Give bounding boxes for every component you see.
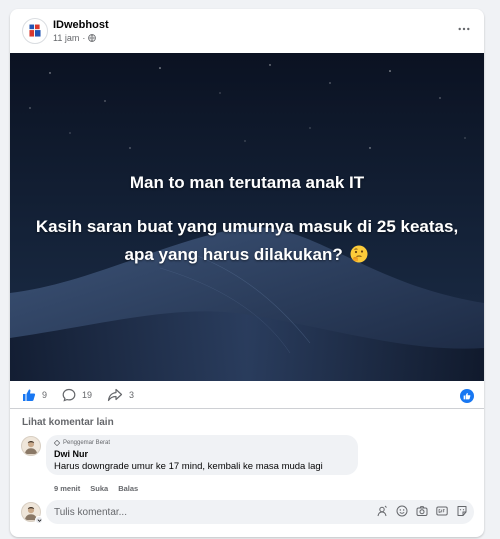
post-meta: 11 jam · — [53, 33, 97, 43]
camera-icon[interactable] — [416, 505, 428, 517]
emoji-icon[interactable] — [396, 505, 408, 517]
comment-bubble: Penggemar Berat Dwi Nur Harus downgrade … — [46, 435, 358, 475]
share-icon — [107, 388, 123, 402]
comment-count[interactable]: 19 — [62, 387, 92, 403]
share-count-value: 3 — [129, 390, 135, 400]
comment-time[interactable]: 9 menit — [54, 484, 80, 493]
sticker-icon[interactable] — [456, 505, 468, 517]
comment-input[interactable] — [54, 500, 364, 524]
share-count[interactable]: 3 — [107, 387, 134, 403]
meta-separator: · — [82, 33, 86, 43]
post-body-text: Kasih saran buat yang umurnya masuk di 2… — [10, 213, 484, 269]
reactions-bar: 9 19 3 — [10, 381, 484, 409]
view-more-comments-link[interactable]: Lihat komentar lain — [22, 417, 114, 428]
comment-icon — [62, 388, 76, 402]
avatar-switch-caret[interactable] — [35, 516, 43, 524]
post-header: IDwebhost 11 jam · — [10, 9, 484, 53]
more-icon — [458, 27, 470, 31]
avatar-sticker-icon[interactable] — [376, 505, 388, 517]
post-image[interactable]: Man to man terutama anak IT Kasih saran … — [10, 53, 484, 381]
composer-toolbar — [376, 505, 468, 517]
comment-count-value: 19 — [82, 390, 93, 400]
like-reaction-badge[interactable] — [460, 389, 474, 403]
thumbs-up-icon — [463, 392, 471, 400]
thinking-face-icon — [349, 244, 369, 264]
diamond-icon — [54, 440, 60, 446]
fan-badge: Penggemar Berat — [54, 439, 350, 447]
post-timestamp[interactable]: 11 jam — [53, 33, 79, 43]
post-card: IDwebhost 11 jam · Man to man terutama a… — [10, 9, 484, 537]
comment-like-button[interactable]: Suka — [90, 484, 108, 493]
comment-reply-button[interactable]: Balas — [118, 484, 138, 493]
thumbs-up-icon — [23, 389, 36, 401]
post-headline: Man to man terutama anak IT — [129, 173, 365, 192]
like-count-value: 9 — [42, 390, 48, 400]
comment-composer — [46, 500, 474, 524]
like-count[interactable]: 9 — [22, 387, 47, 403]
post-body: Kasih saran buat yang umurnya masuk di 2… — [35, 217, 459, 264]
comment-text: Harus downgrade umur ke 17 mind, kembali… — [54, 461, 323, 472]
comment-actions: 9 menit Suka Balas — [54, 484, 138, 493]
page-name[interactable]: IDwebhost — [53, 19, 109, 31]
globe-icon — [88, 34, 97, 42]
gif-icon[interactable] — [436, 505, 448, 517]
commenter-name[interactable]: Dwi Nur — [54, 449, 350, 459]
commenter-avatar[interactable] — [21, 436, 41, 456]
more-options-button[interactable] — [452, 19, 476, 39]
fan-badge-label: Penggemar Berat — [63, 440, 111, 446]
chevron-down-icon — [37, 518, 41, 522]
page-avatar[interactable] — [22, 18, 48, 44]
